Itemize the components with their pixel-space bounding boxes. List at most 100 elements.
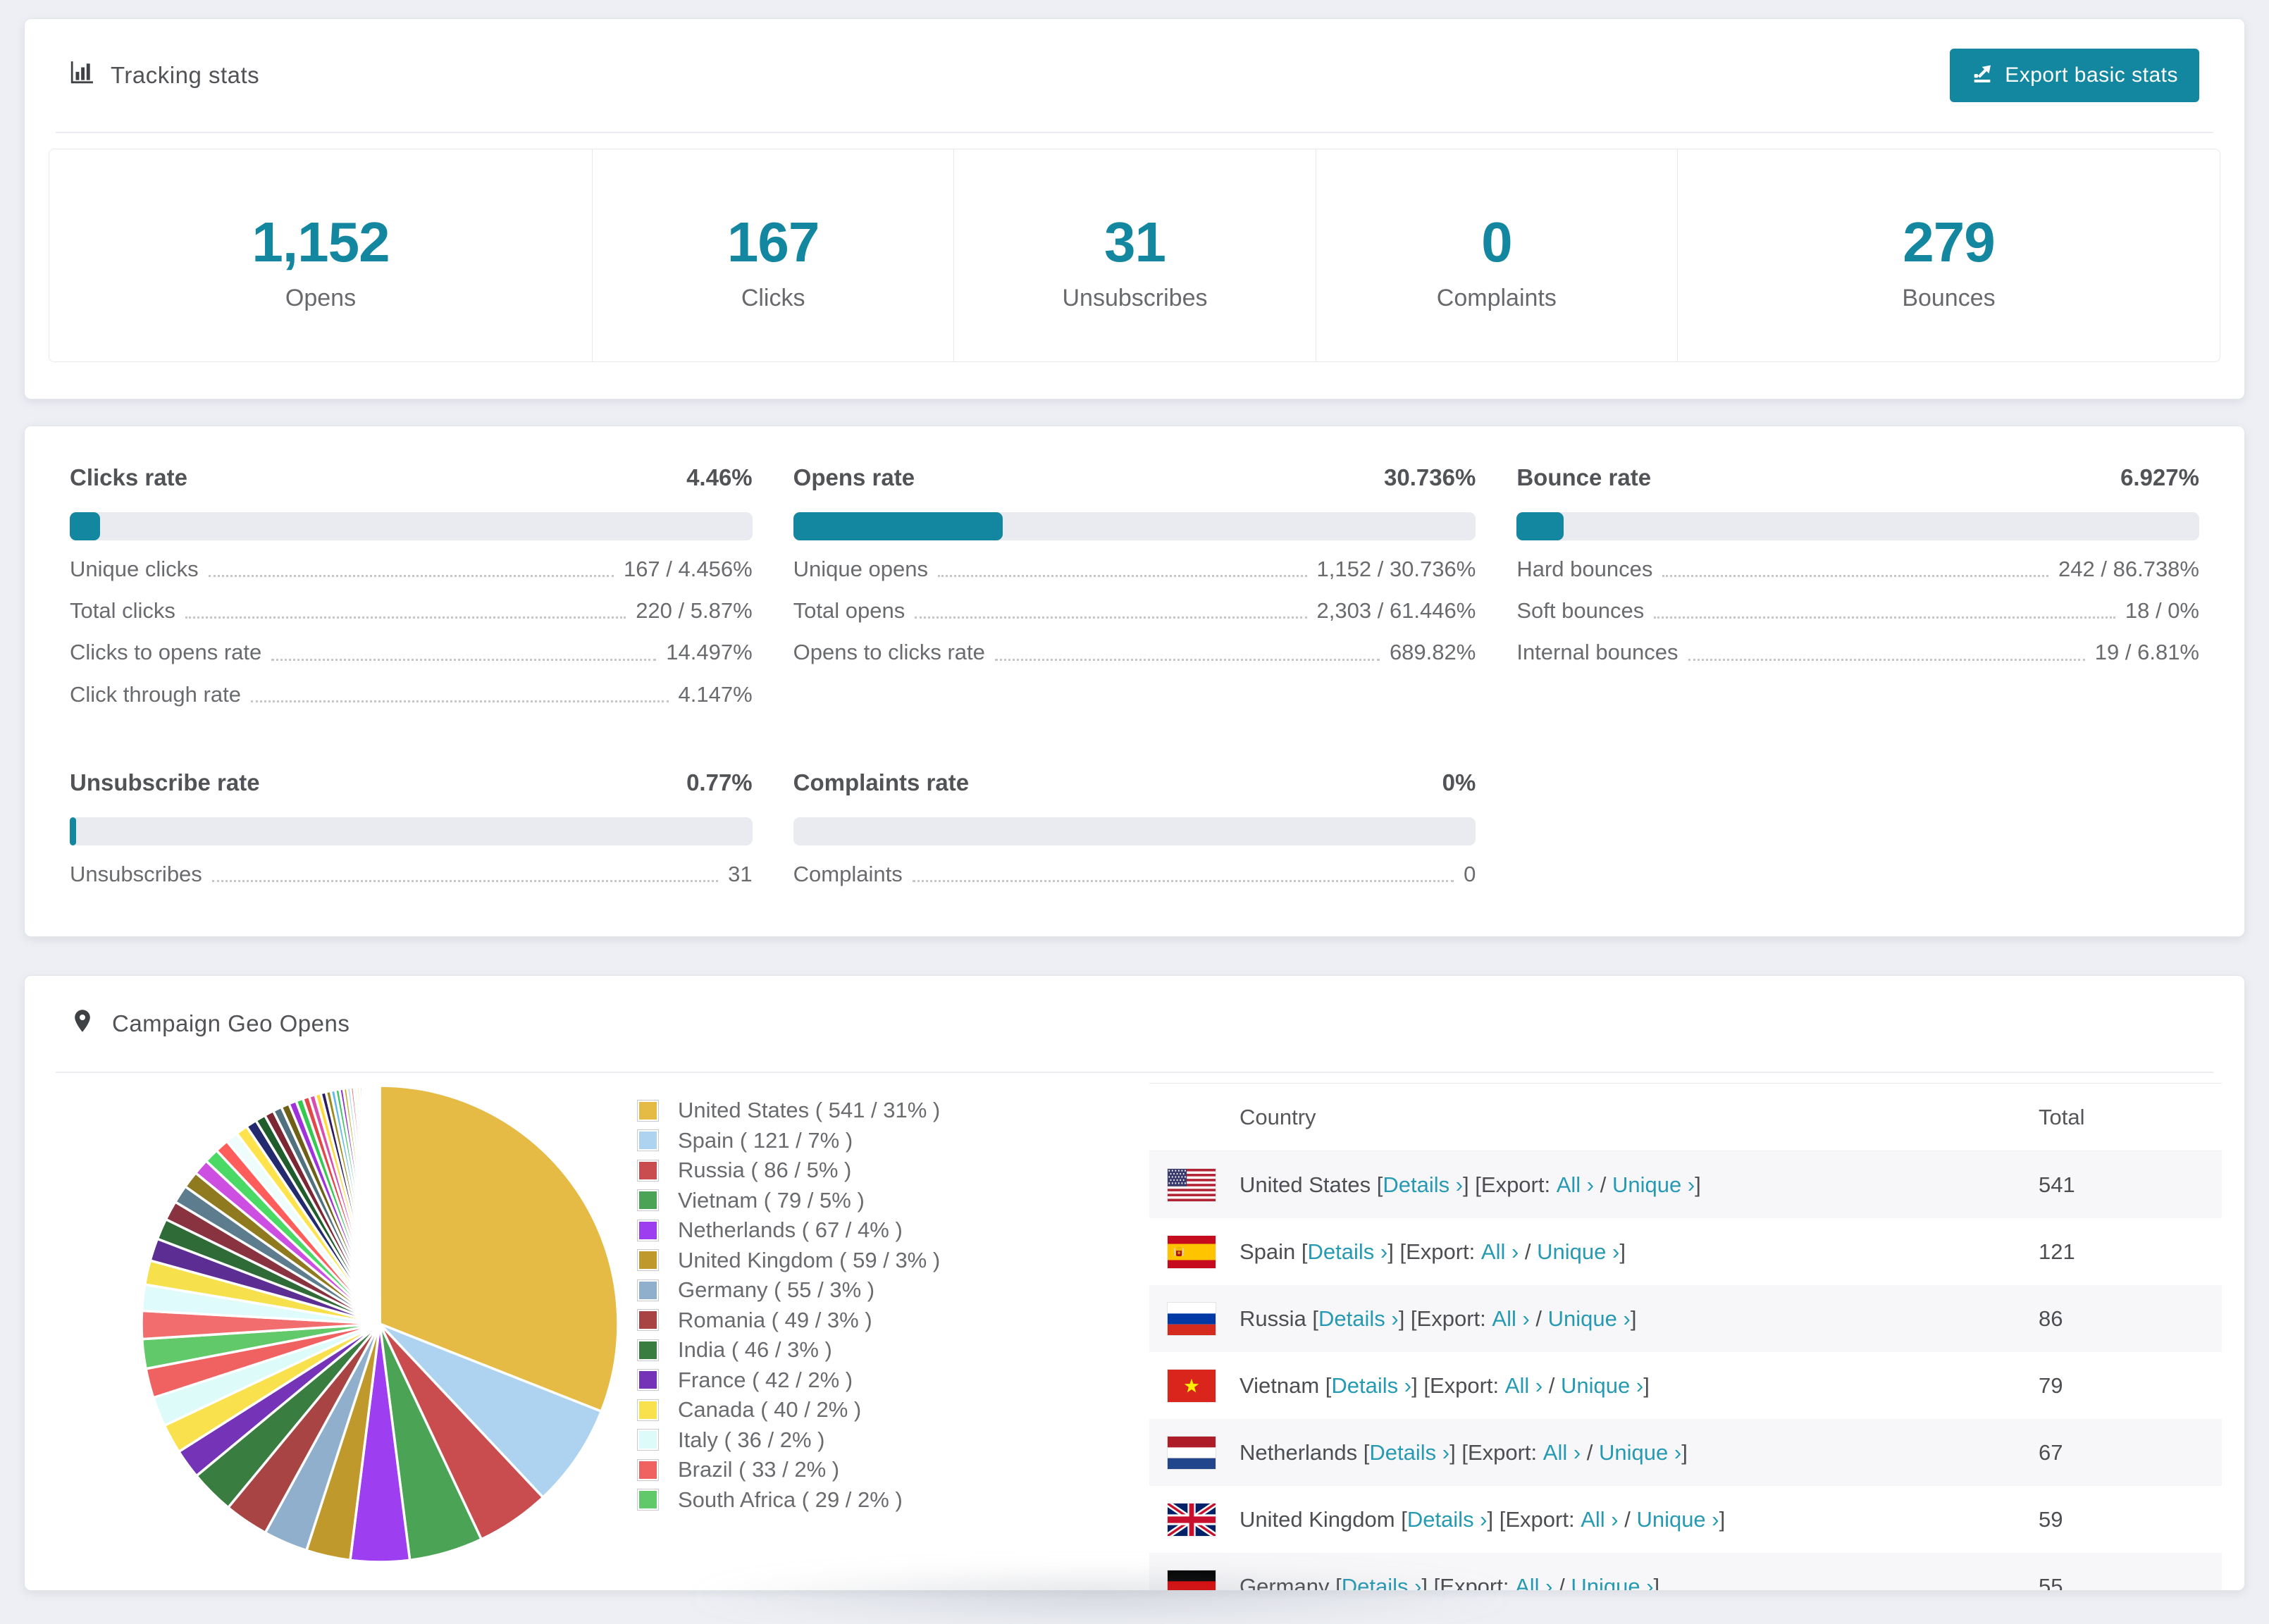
rate-value: 4.46% <box>686 464 753 490</box>
rate-value: 6.927% <box>2120 464 2199 490</box>
rate-value: 0.77% <box>686 769 753 795</box>
legend-swatch <box>637 1489 659 1511</box>
legend-item: Netherlands ( 67 / 4% ) <box>637 1215 1149 1246</box>
export-all-link[interactable]: All › <box>1481 1239 1519 1265</box>
map-pin-icon <box>70 1005 95 1042</box>
details-link[interactable]: Details › <box>1383 1172 1463 1198</box>
export-all-link[interactable]: All › <box>1581 1507 1618 1532</box>
bracket-text: ] <box>1719 1506 1726 1532</box>
progress-track <box>793 512 1476 540</box>
slash-text: / <box>1529 1306 1548 1331</box>
rate-detail-rows: Unique opens 1,152 / 30.736% Total opens… <box>793 556 1476 666</box>
rate-detail-row: Total clicks 220 / 5.87% <box>70 597 753 624</box>
country-name: Vietnam <box>1239 1372 1320 1398</box>
progress-fill <box>1516 512 1564 540</box>
rate-block: Unsubscribe rate 0.77% Unsubscribes 31 <box>70 769 753 887</box>
rate-title: Opens rate <box>793 464 915 490</box>
space-text <box>1486 1306 1492 1332</box>
dotted-leader <box>937 575 1307 578</box>
table-row: Spain [Details ›] [Export: All › / Uniqu… <box>1149 1218 2222 1285</box>
detail-label: Soft bounces <box>1516 598 1645 624</box>
slash-text: / <box>1618 1506 1637 1532</box>
legend-swatch <box>637 1369 659 1391</box>
legend-swatch <box>637 1159 659 1182</box>
rate-detail-row: Internal bounces 19 / 6.81% <box>1516 639 2199 665</box>
details-link[interactable]: Details › <box>1407 1507 1488 1532</box>
legend-item: Spain ( 121 / 7% ) <box>637 1126 1149 1156</box>
details-link[interactable]: Details › <box>1369 1440 1449 1465</box>
country-flag-icon <box>1167 1569 1216 1590</box>
bracket-text: [ <box>1306 1306 1318 1331</box>
bracket-text: ] [ <box>1398 1306 1417 1331</box>
table-row: United Kingdom [Details ›] [Export: All … <box>1149 1486 2222 1553</box>
detail-value: 19 / 6.81% <box>2094 640 2199 665</box>
geo-body: United States ( 541 / 31% ) Spain ( 121 … <box>25 1073 2244 1591</box>
export-label-text: Export: <box>1480 1172 1551 1197</box>
rate-detail-rows: Unsubscribes 31 <box>70 861 753 887</box>
export-all-link[interactable]: All › <box>1557 1172 1594 1198</box>
country-cell: Netherlands [Details ›] [Export: All › /… <box>1149 1435 2039 1470</box>
export-all-link[interactable]: All › <box>1505 1373 1542 1399</box>
tracking-stats-card: Tracking stats Export basic stats 1,152 … <box>24 18 2245 399</box>
export-label-text: Export: <box>1467 1439 1538 1465</box>
export-unique-link[interactable]: Unique › <box>1636 1507 1719 1532</box>
country-cell: Spain [Details ›] [Export: All › / Uniqu… <box>1149 1234 2039 1269</box>
legend-label: Netherlands ( 67 / 4% ) <box>678 1217 903 1243</box>
table-row: Netherlands [Details ›] [Export: All › /… <box>1149 1419 2222 1486</box>
tracking-stats-header: Tracking stats Export basic stats <box>25 19 2244 132</box>
details-link[interactable]: Details › <box>1308 1239 1388 1265</box>
geo-table-rows: United States [Details ›] [Export: All ›… <box>1149 1151 2222 1591</box>
bracket-text: ] [ <box>1487 1506 1506 1532</box>
rate-detail-row: Unique clicks 167 / 4.456% <box>70 556 753 582</box>
country-cell: Vietnam [Details ›] [Export: All › / Uni… <box>1149 1368 2039 1403</box>
rate-block: Clicks rate 4.46% Unique clicks 167 / 4.… <box>70 464 753 707</box>
bracket-text: ] [ <box>1421 1573 1440 1591</box>
dotted-leader <box>1688 658 2085 661</box>
rate-block: Opens rate 30.736% Unique opens 1,152 / … <box>793 464 1476 707</box>
stat-label: Complaints <box>1436 285 1557 311</box>
legend-label: India ( 46 / 3% ) <box>678 1337 832 1363</box>
rate-detail-row: Unsubscribes 31 <box>70 861 753 887</box>
detail-label: Clicks to opens rate <box>70 640 262 665</box>
export-all-link[interactable]: All › <box>1543 1440 1581 1465</box>
legend-swatch <box>637 1458 659 1481</box>
details-link[interactable]: Details › <box>1331 1373 1411 1399</box>
legend-label: South Africa ( 29 / 2% ) <box>678 1487 903 1512</box>
export-all-link[interactable]: All › <box>1492 1306 1529 1332</box>
detail-value: 0 <box>1464 861 1476 886</box>
export-unique-link[interactable]: Unique › <box>1561 1373 1643 1399</box>
geo-opens-card: Campaign Geo Opens United States ( 541 /… <box>24 975 2245 1591</box>
rate-detail-row: Click through rate 4.147% <box>70 681 753 707</box>
legend-item: India ( 46 / 3% ) <box>637 1335 1149 1365</box>
export-unique-link[interactable]: Unique › <box>1599 1440 1681 1465</box>
export-label-text: Export: <box>1440 1573 1509 1591</box>
legend-swatch <box>637 1099 659 1122</box>
export-unique-link[interactable]: Unique › <box>1612 1172 1695 1198</box>
detail-label: Internal bounces <box>1516 640 1678 665</box>
export-all-link[interactable]: All › <box>1515 1574 1552 1591</box>
legend-label: United States ( 541 / 31% ) <box>678 1098 941 1123</box>
stat-value: 279 <box>1903 211 1995 273</box>
rate-detail-row: Hard bounces 242 / 86.738% <box>1516 556 2199 582</box>
bar-chart-icon <box>70 61 94 90</box>
space-text <box>1550 1172 1557 1198</box>
details-link[interactable]: Details › <box>1342 1574 1422 1591</box>
total-cell: 67 <box>2039 1439 2063 1465</box>
legend-item: Brazil ( 33 / 2% ) <box>637 1455 1149 1485</box>
space-text <box>1509 1574 1515 1591</box>
stat-label: Unsubscribes <box>1062 285 1208 311</box>
country-flag-icon <box>1167 1502 1216 1537</box>
legend-label: Italy ( 36 / 2% ) <box>678 1427 825 1452</box>
dotted-leader <box>185 616 626 619</box>
export-unique-link[interactable]: Unique › <box>1537 1239 1619 1265</box>
stat-value: 0 <box>1481 211 1513 273</box>
export-unique-link[interactable]: Unique › <box>1548 1306 1631 1332</box>
export-basic-stats-button[interactable]: Export basic stats <box>1950 49 2199 102</box>
rate-detail-row: Unique opens 1,152 / 30.736% <box>793 556 1476 582</box>
details-link[interactable]: Details › <box>1318 1306 1399 1332</box>
export-unique-link[interactable]: Unique › <box>1571 1574 1653 1591</box>
slash-text: / <box>1581 1439 1600 1465</box>
rate-block: Complaints rate 0% Complaints 0 <box>793 769 1476 887</box>
legend-item: United States ( 541 / 31% ) <box>637 1096 1149 1126</box>
detail-label: Unique clicks <box>70 557 199 581</box>
